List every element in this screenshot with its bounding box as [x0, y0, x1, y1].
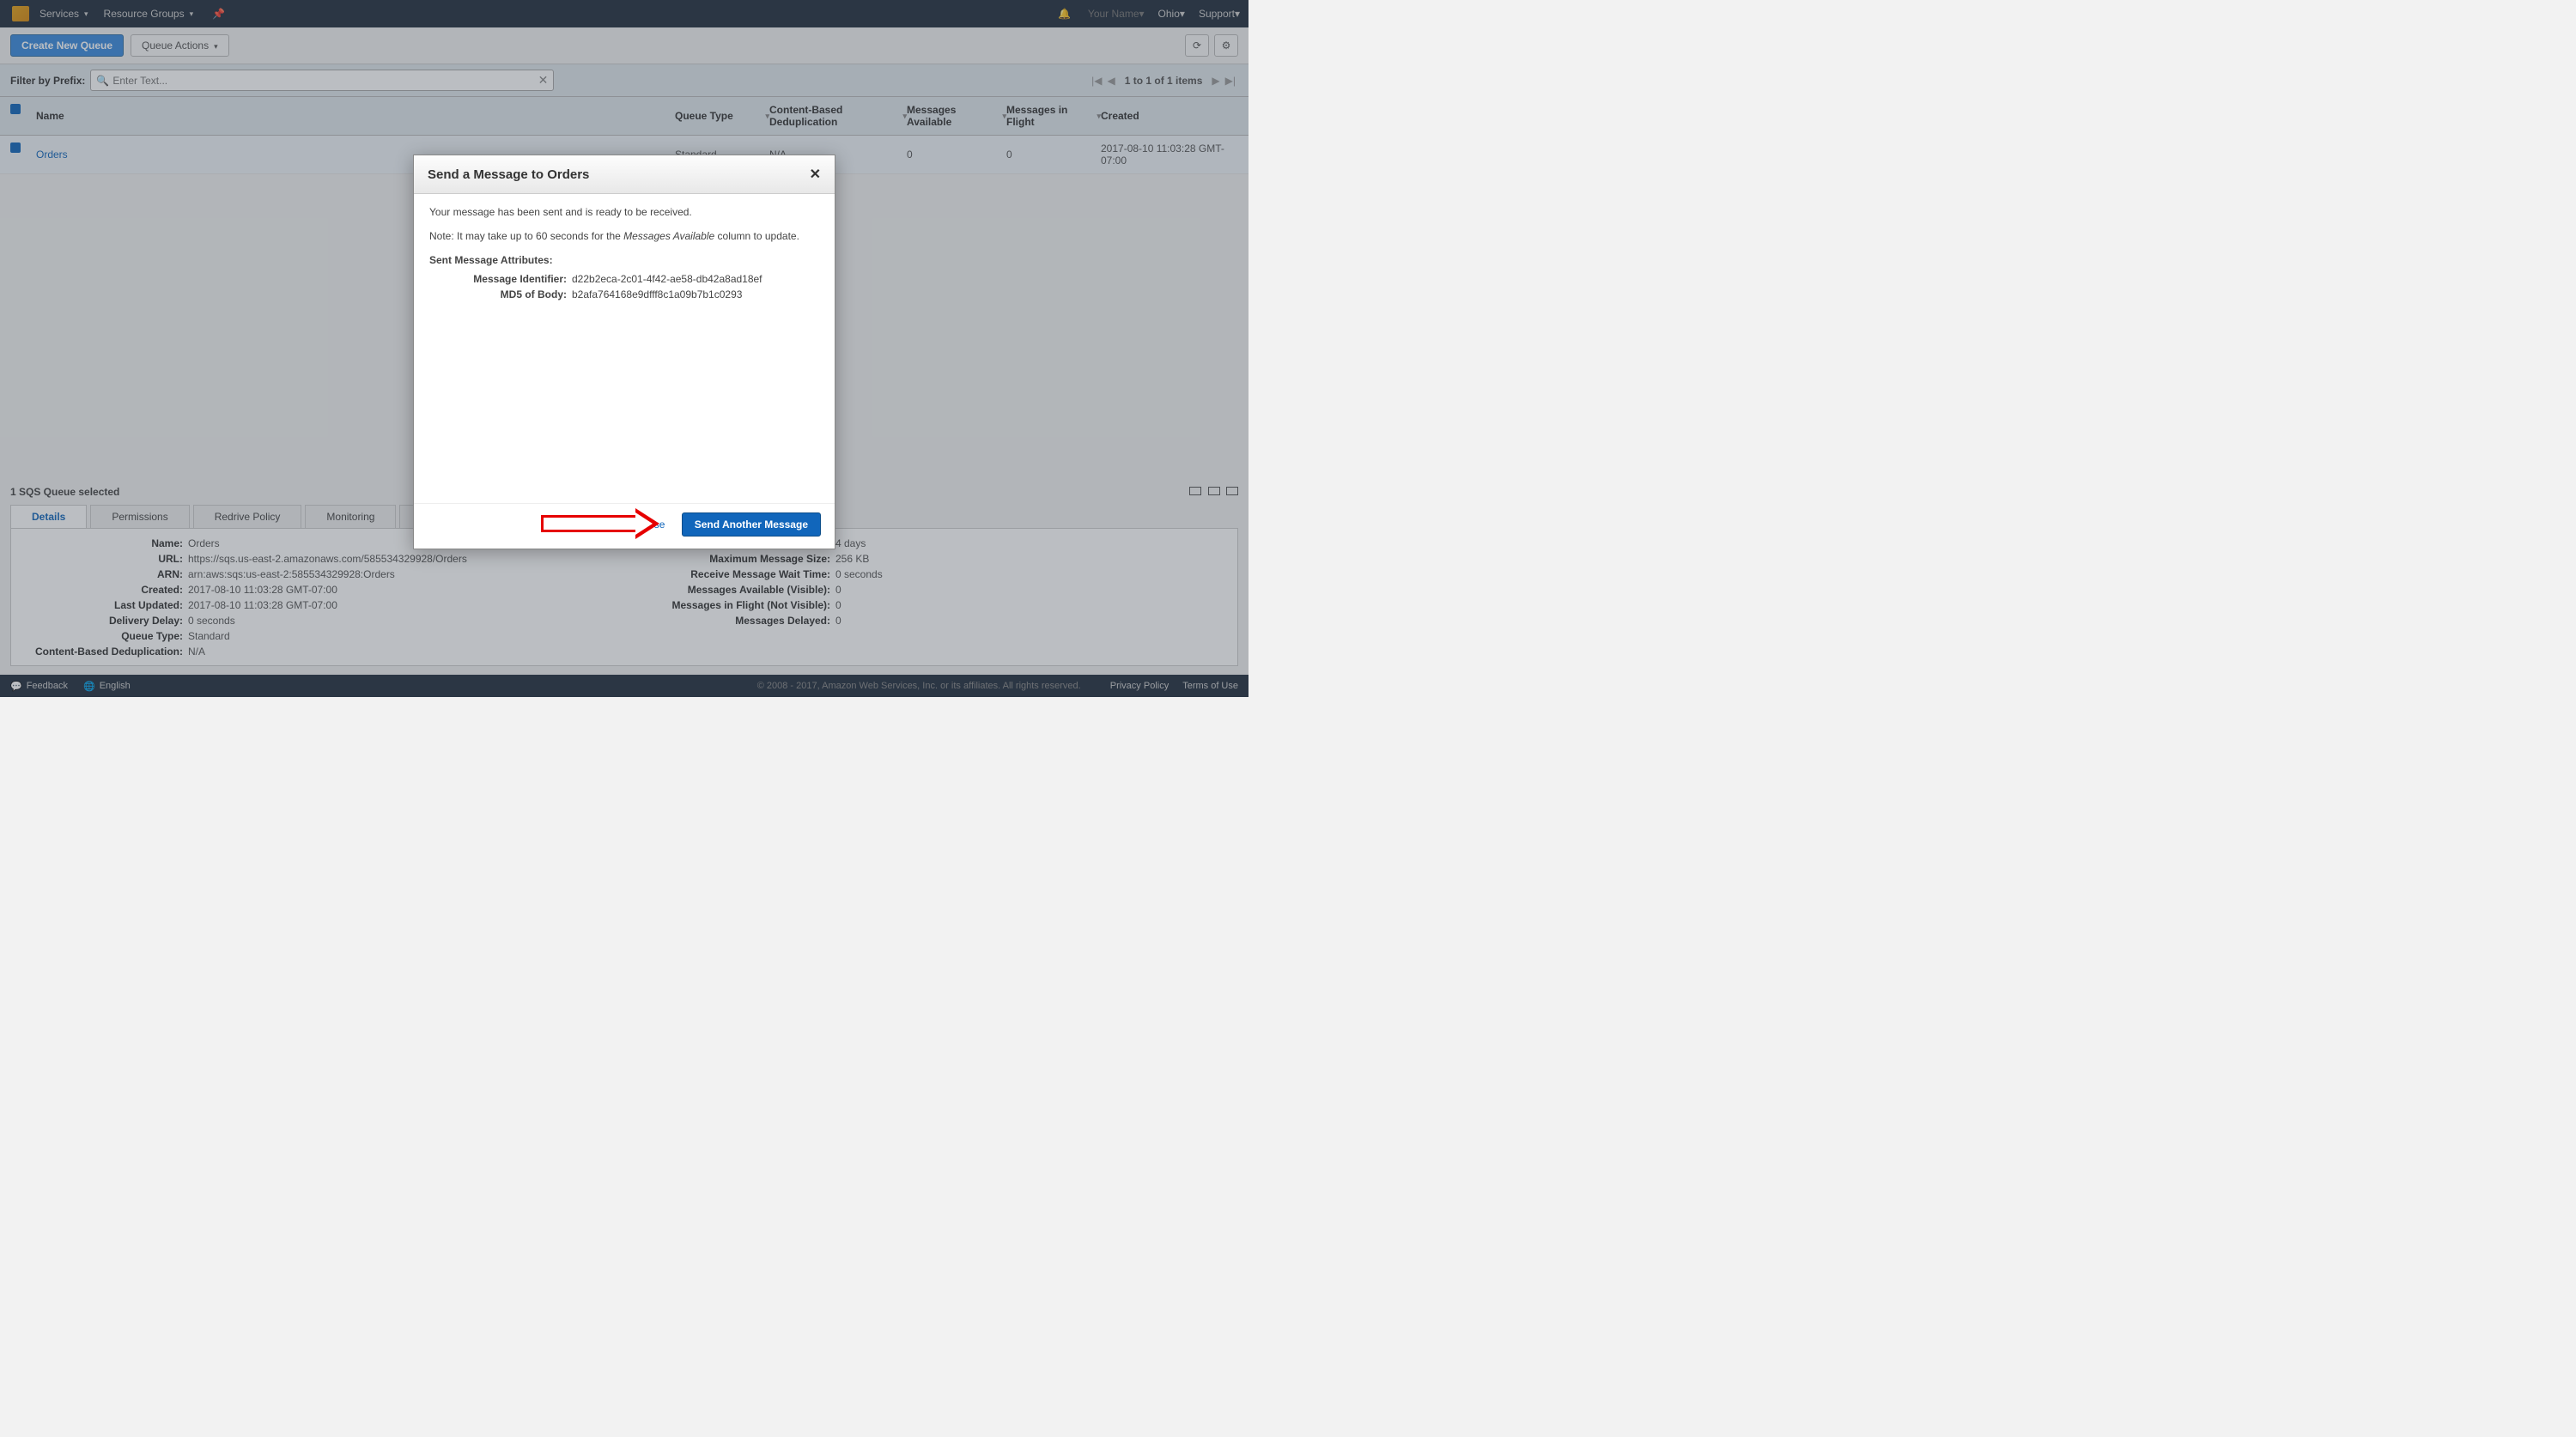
label-msg-id: Message Identifier: [429, 273, 567, 285]
modal-note: Note: It may take up to 60 seconds for t… [429, 230, 819, 242]
label-md5: MD5 of Body: [429, 288, 567, 300]
modal-title: Send a Message to Orders [428, 167, 810, 182]
send-another-button[interactable]: Send Another Message [682, 512, 821, 537]
send-message-modal: Send a Message to Orders ✕ Your message … [413, 155, 835, 549]
value-msg-id: d22b2eca-2c01-4f42-ae58-db42a8ad18ef [572, 273, 762, 285]
annotation-arrow [541, 512, 665, 537]
value-md5: b2afa764168e9dfff8c1a09b7b1c0293 [572, 288, 742, 300]
modal-sent-text: Your message has been sent and is ready … [429, 206, 819, 218]
modal-attrs-title: Sent Message Attributes: [429, 254, 819, 266]
modal-close-icon[interactable]: ✕ [810, 166, 821, 183]
